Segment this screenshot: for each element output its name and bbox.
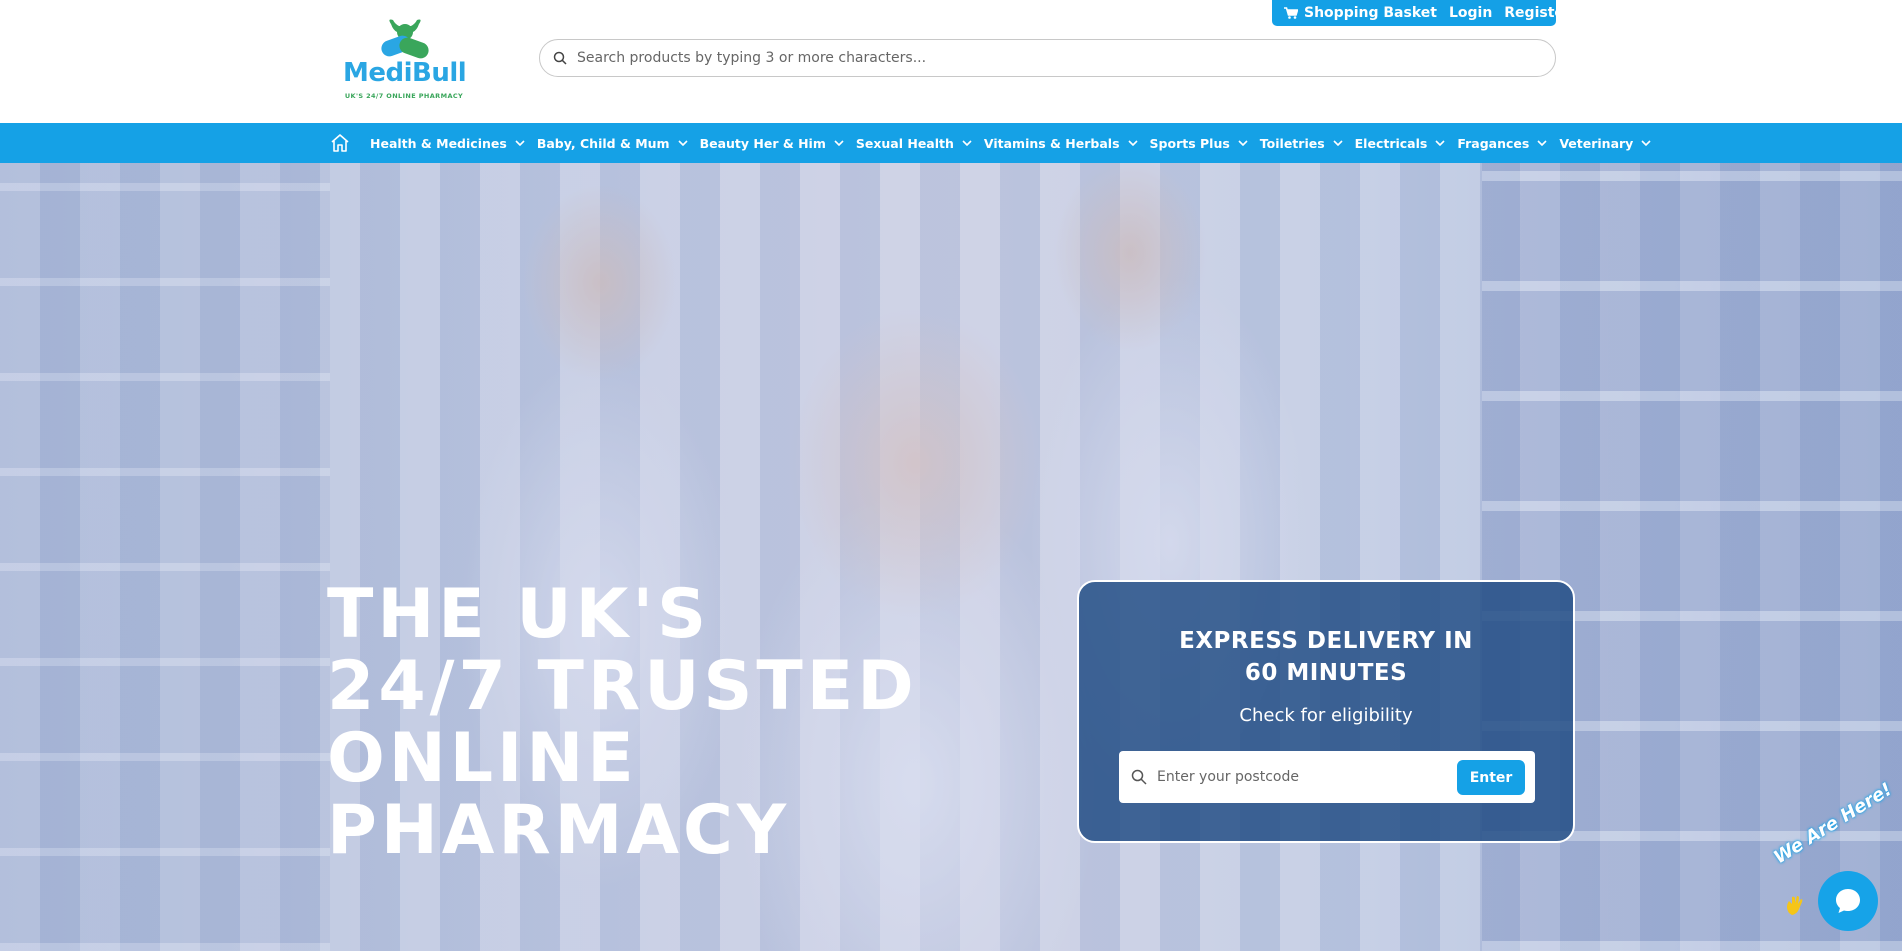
delivery-subtitle: Check for eligibility <box>1239 705 1413 726</box>
postcode-form: Enter <box>1119 751 1535 803</box>
login-link[interactable]: Login <box>1449 5 1492 21</box>
nav-label: Sexual Health <box>855 135 954 151</box>
nav-label: Fragances <box>1457 135 1530 151</box>
nav-items: Health & Medicines Baby, Child & Mum Bea… <box>329 123 1663 163</box>
nav-item-beauty[interactable]: Beauty Her & Him <box>700 136 844 151</box>
home-icon <box>331 134 349 152</box>
logo-wordmark: MediBull <box>343 58 467 88</box>
nav-label: Electricals <box>1354 135 1428 151</box>
nav-item-vitamins-herbals[interactable]: Vitamins & Herbals <box>984 136 1138 151</box>
nav-label: Toiletries <box>1259 135 1325 151</box>
delivery-title: EXPRESS DELIVERY IN 60 MINUTES <box>1179 628 1473 686</box>
hero-headline: THE UK'S 24/7 TRUSTED ONLINE PHARMACY <box>327 575 918 870</box>
headline-line: PHARMACY <box>327 791 791 870</box>
chevron-down-icon <box>1641 140 1651 146</box>
postcode-input[interactable] <box>1157 769 1437 785</box>
chevron-down-icon <box>1537 140 1547 146</box>
hero-image-overlay <box>0 163 1902 951</box>
nav-label: Beauty Her & Him <box>699 135 826 151</box>
headline-line: THE UK'S <box>327 575 711 654</box>
chevron-down-icon <box>1333 140 1343 146</box>
express-delivery-card: EXPRESS DELIVERY IN 60 MINUTES Check for… <box>1077 580 1575 843</box>
shopping-basket-link[interactable]: Shopping Basket <box>1284 5 1437 21</box>
register-link[interactable]: Register <box>1504 5 1571 21</box>
nav-item-sexual-health[interactable]: Sexual Health <box>856 136 972 151</box>
nav-item-toiletries[interactable]: Toiletries <box>1260 136 1343 151</box>
live-chat-button[interactable] <box>1818 871 1878 931</box>
waving-hand-icon <box>1787 896 1803 915</box>
account-bar: Shopping Basket Login Register <box>1272 0 1571 26</box>
nav-label: Baby, Child & Mum <box>536 135 670 151</box>
chevron-down-icon <box>515 140 525 146</box>
search-icon <box>553 51 567 65</box>
chevron-down-icon <box>1238 140 1248 146</box>
cart-icon <box>1284 7 1298 19</box>
nav-item-sports-plus[interactable]: Sports Plus <box>1150 136 1248 151</box>
chevron-down-icon <box>962 140 972 146</box>
nav-label: Sports Plus <box>1149 135 1230 151</box>
site-header: MediBull UK'S 24/7 ONLINE PHARMACY Shopp… <box>0 0 1902 123</box>
medibull-logo[interactable]: MediBull UK'S 24/7 ONLINE PHARMACY <box>343 18 467 104</box>
chevron-down-icon <box>1127 140 1138 146</box>
chevron-down-icon <box>677 140 688 146</box>
search-icon <box>1131 769 1147 785</box>
chevron-down-icon <box>1435 140 1445 146</box>
nav-home-button[interactable] <box>329 132 351 154</box>
bull-pill-logo-icon <box>381 19 429 59</box>
nav-label: Health & Medicines <box>370 135 507 151</box>
nav-item-veterinary[interactable]: Veterinary <box>1559 136 1651 151</box>
main-navigation: Health & Medicines Baby, Child & Mum Bea… <box>0 123 1902 163</box>
nav-label: Vitamins & Herbals <box>983 135 1120 151</box>
headline-line: 24/7 TRUSTED <box>327 647 918 726</box>
hero-banner: THE UK'S 24/7 TRUSTED ONLINE PHARMACY EX… <box>0 163 1902 951</box>
nav-label: Veterinary <box>1559 135 1634 151</box>
chat-bubble-icon <box>1836 889 1860 913</box>
nav-item-health-medicines[interactable]: Health & Medicines <box>370 136 525 151</box>
nav-item-electricals[interactable]: Electricals <box>1355 136 1446 151</box>
logo-tagline: UK'S 24/7 ONLINE PHARMACY <box>344 92 464 100</box>
nav-item-baby-child-mum[interactable]: Baby, Child & Mum <box>537 136 688 151</box>
postcode-enter-button[interactable]: Enter <box>1457 760 1525 795</box>
basket-label: Shopping Basket <box>1304 5 1437 21</box>
nav-item-fragances[interactable]: Fragances <box>1457 136 1547 151</box>
chevron-down-icon <box>834 140 844 146</box>
search-input[interactable] <box>577 50 1477 66</box>
product-search[interactable] <box>539 39 1556 77</box>
headline-line: ONLINE <box>327 719 638 798</box>
